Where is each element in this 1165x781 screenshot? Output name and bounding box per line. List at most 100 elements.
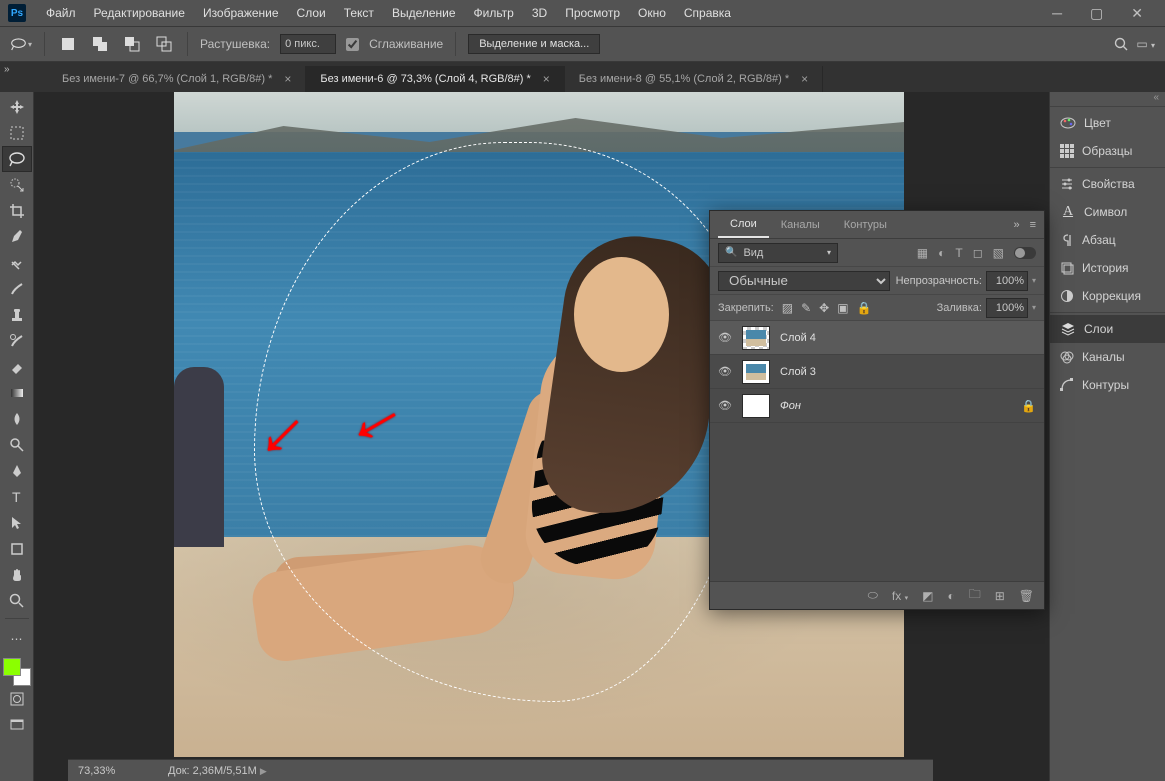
dock-item-channels[interactable]: Каналы	[1050, 343, 1165, 371]
document-tab[interactable]: Без имени-7 @ 66,7% (Слой 1, RGB/8#) *×	[48, 66, 306, 92]
menu-help[interactable]: Справка	[676, 2, 739, 24]
layers-panel[interactable]: Слои Каналы Контуры » ≡ 🔍Вид▾ ▦ ◐ T ◻ ▧ О…	[709, 210, 1045, 610]
search-icon[interactable]	[1114, 37, 1128, 51]
new-group-icon[interactable]: 🗀	[969, 585, 981, 606]
add-adjustment-icon[interactable]: ◐	[947, 589, 954, 603]
lock-position-icon[interactable]: ✥	[819, 301, 829, 315]
minimize-button[interactable]: ─	[1046, 5, 1068, 22]
layer-filter-kind[interactable]: 🔍Вид▾	[718, 243, 838, 263]
panel-collapse-icon[interactable]: »	[1013, 219, 1019, 231]
dock-item-character[interactable]: AСимвол	[1050, 198, 1165, 226]
link-layers-icon[interactable]: ⬭	[868, 588, 878, 603]
screenmode-icon[interactable]	[2, 712, 32, 738]
visibility-icon[interactable]: 👁	[718, 365, 732, 378]
dock-item-color[interactable]: Цвет	[1050, 109, 1165, 137]
zoom-tool[interactable]	[2, 588, 32, 614]
layer-name[interactable]: Слой 4	[780, 332, 1036, 344]
menu-view[interactable]: Просмотр	[557, 2, 628, 24]
document-tab[interactable]: Без имени-6 @ 73,3% (Слой 4, RGB/8#) *×	[306, 66, 564, 92]
tab-close-icon[interactable]: ×	[543, 72, 550, 86]
dock-item-history[interactable]: История	[1050, 254, 1165, 282]
new-layer-icon[interactable]: ⊞	[995, 589, 1005, 603]
filter-toggle[interactable]	[1014, 247, 1036, 259]
filter-type-icon[interactable]: T	[955, 246, 962, 260]
blend-mode-select[interactable]: Обычные	[718, 271, 890, 291]
menu-file[interactable]: Файл	[38, 2, 84, 24]
stamp-tool[interactable]	[2, 302, 32, 328]
visibility-icon[interactable]: 👁	[718, 399, 732, 412]
menu-3d[interactable]: 3D	[524, 2, 555, 24]
panel-menu-icon[interactable]: ≡	[1030, 219, 1036, 231]
selection-add-icon[interactable]	[89, 33, 111, 55]
gradient-tool[interactable]	[2, 380, 32, 406]
type-tool[interactable]: T	[2, 484, 32, 510]
eyedropper-tool[interactable]	[2, 224, 32, 250]
layer-name[interactable]: Фон	[780, 400, 1011, 412]
visibility-icon[interactable]: 👁	[718, 331, 732, 344]
menu-edit[interactable]: Редактирование	[86, 2, 193, 24]
edit-toolbar-icon[interactable]: ⋯	[2, 626, 32, 652]
foreground-swatch[interactable]	[3, 658, 21, 676]
dock-collapse-icon[interactable]: «	[1050, 92, 1165, 106]
feather-input[interactable]	[280, 34, 336, 54]
add-mask-icon[interactable]: ◩	[922, 589, 933, 603]
layer-thumbnail[interactable]	[742, 394, 770, 418]
color-swatches[interactable]	[3, 658, 31, 686]
crop-tool[interactable]	[2, 198, 32, 224]
delete-layer-icon[interactable]: 🗑	[1019, 589, 1034, 603]
history-brush-tool[interactable]	[2, 328, 32, 354]
layer-fx-icon[interactable]: fx ▾	[892, 589, 908, 603]
quickmask-icon[interactable]	[2, 686, 32, 712]
dock-item-swatches[interactable]: Образцы	[1050, 137, 1165, 165]
pen-tool[interactable]	[2, 458, 32, 484]
path-select-tool[interactable]	[2, 510, 32, 536]
brush-tool[interactable]	[2, 276, 32, 302]
menu-window[interactable]: Окно	[630, 2, 674, 24]
select-and-mask-button[interactable]: Выделение и маска...	[468, 34, 600, 54]
menu-layers[interactable]: Слои	[289, 2, 334, 24]
eraser-tool[interactable]	[2, 354, 32, 380]
layer-name[interactable]: Слой 3	[780, 366, 1036, 378]
dock-item-properties[interactable]: Свойства	[1050, 170, 1165, 198]
document-tab[interactable]: Без имени-8 @ 55,1% (Слой 2, RGB/8#) *×	[565, 66, 823, 92]
opacity-input[interactable]	[986, 271, 1028, 291]
tab-overflow-icon[interactable]: »	[4, 64, 16, 75]
zoom-level[interactable]: 73,33%	[78, 765, 148, 777]
selection-intersect-icon[interactable]	[153, 33, 175, 55]
hand-tool[interactable]	[2, 562, 32, 588]
antialias-checkbox[interactable]	[346, 38, 359, 51]
lasso-tool[interactable]	[2, 146, 32, 172]
lasso-tool-icon[interactable]: ▾	[10, 33, 32, 55]
shape-tool[interactable]	[2, 536, 32, 562]
filter-pixel-icon[interactable]: ▦	[917, 246, 928, 260]
quick-select-tool[interactable]	[2, 172, 32, 198]
layer-row[interactable]: 👁 Слой 4	[710, 321, 1044, 355]
dock-item-paths[interactable]: Контуры	[1050, 371, 1165, 399]
lock-all-icon[interactable]: 🔒	[857, 301, 872, 315]
lock-transparency-icon[interactable]: ▨	[782, 301, 793, 315]
menu-select[interactable]: Выделение	[384, 2, 464, 24]
tab-close-icon[interactable]: ×	[284, 72, 291, 86]
dodge-tool[interactable]	[2, 432, 32, 458]
healing-tool[interactable]	[2, 250, 32, 276]
lock-artboard-icon[interactable]: ▣	[837, 301, 848, 315]
layer-thumbnail[interactable]	[742, 326, 770, 350]
dock-item-layers[interactable]: Слои	[1050, 315, 1165, 343]
panel-tab-paths[interactable]: Контуры	[832, 213, 899, 237]
move-tool[interactable]	[2, 94, 32, 120]
tab-close-icon[interactable]: ×	[801, 72, 808, 86]
dock-item-adjustments[interactable]: Коррекция	[1050, 282, 1165, 310]
selection-new-icon[interactable]	[57, 33, 79, 55]
workspace-switcher-icon[interactable]: ▭ ▾	[1136, 37, 1155, 51]
selection-subtract-icon[interactable]	[121, 33, 143, 55]
lock-pixels-icon[interactable]: ✎	[801, 301, 811, 315]
blur-tool[interactable]	[2, 406, 32, 432]
panel-tab-channels[interactable]: Каналы	[769, 213, 832, 237]
close-button[interactable]: ✕	[1125, 5, 1149, 22]
filter-shape-icon[interactable]: ◻	[973, 246, 983, 260]
filter-smart-icon[interactable]: ▧	[993, 246, 1004, 260]
menu-filter[interactable]: Фильтр	[466, 2, 522, 24]
panel-tab-layers[interactable]: Слои	[718, 212, 769, 238]
maximize-button[interactable]: ▢	[1084, 5, 1109, 22]
menu-text[interactable]: Текст	[336, 2, 382, 24]
